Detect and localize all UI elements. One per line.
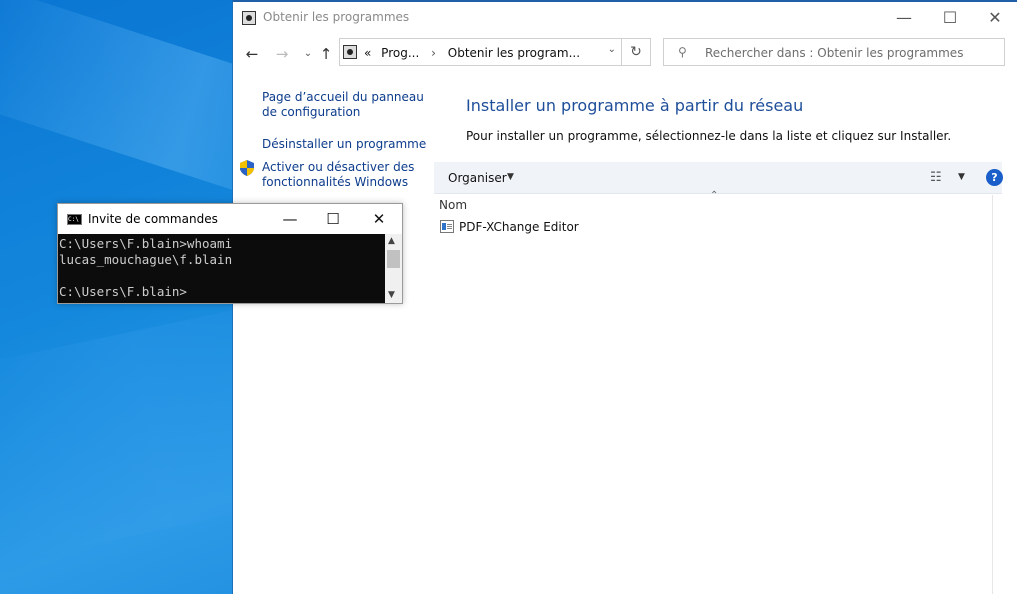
program-name[interactable]: PDF-XChange Editor (459, 220, 579, 234)
vertical-scrollbar[interactable]: ▲ ▼ (385, 234, 402, 303)
refresh-icon[interactable]: ↻ (621, 39, 650, 65)
view-options-icon[interactable]: ☷ (930, 170, 942, 185)
minimize-button[interactable]: — (268, 206, 312, 232)
uac-shield-icon (240, 160, 254, 176)
column-header-name[interactable]: Nom (439, 198, 467, 212)
navigation-bar: ← → ⌄ ↑ « Prog... › Obtenir les program.… (233, 38, 1017, 70)
console-line: C:\Users\F.blain>whoami (59, 236, 233, 251)
maximize-button[interactable]: ☐ (927, 4, 973, 32)
title-bar[interactable]: Obtenir les programmes — ☐ ✕ (233, 2, 1017, 32)
window-title: Obtenir les programmes (263, 10, 410, 24)
close-button[interactable]: ✕ (972, 4, 1017, 32)
breadcrumb-item[interactable]: Prog... (381, 46, 419, 60)
help-icon[interactable]: ? (986, 169, 1003, 186)
sidebar-link-windows-features[interactable]: Activer ou désactiver des fonctionnalité… (262, 160, 422, 190)
command-prompt-window[interactable]: C:\ Invite de commandes — ☐ ✕ C:\Users\F… (57, 203, 403, 304)
console-prompt[interactable]: C:\Users\F.blain> (59, 284, 187, 299)
column-divider (992, 195, 993, 594)
organise-button[interactable]: Organiser (448, 171, 507, 185)
console-output[interactable]: C:\Users\F.blain>whoami lucas_mouchague\… (58, 234, 385, 303)
close-button[interactable]: ✕ (357, 206, 401, 232)
forward-arrow-icon[interactable]: → (271, 43, 293, 65)
breadcrumb-item[interactable]: Obtenir les program... (448, 46, 580, 60)
back-arrow-icon[interactable]: ← (241, 43, 263, 65)
scroll-down-icon[interactable]: ▼ (388, 290, 395, 300)
terminal-icon: C:\ (67, 214, 82, 225)
page-description: Pour installer un programme, sélectionne… (466, 129, 952, 143)
console-line: lucas_mouchague\f.blain (59, 252, 233, 267)
control-panel-icon (242, 11, 256, 25)
breadcrumb-overflow[interactable]: « (364, 46, 371, 60)
sidebar-link-uninstall-program[interactable]: Désinstaller un programme (262, 137, 426, 152)
caret-down-icon[interactable]: ▼ (958, 172, 965, 182)
up-arrow-icon[interactable]: ↑ (315, 43, 337, 65)
scroll-up-icon[interactable]: ▲ (388, 236, 395, 246)
search-input[interactable]: Rechercher dans : Obtenir les programmes (705, 46, 963, 60)
maximize-button[interactable]: ☐ (311, 206, 355, 232)
address-bar[interactable]: « Prog... › Obtenir les program... ⌄ ↻ (339, 38, 651, 66)
sidebar-link-control-panel-home[interactable]: Page d’accueil du panneau de configurati… (262, 90, 432, 120)
sort-ascending-icon: ⌃ (710, 190, 719, 201)
breadcrumb[interactable]: « Prog... › Obtenir les program... (364, 46, 580, 60)
scrollbar-thumb[interactable] (387, 250, 400, 268)
minimize-button[interactable]: — (881, 4, 927, 32)
chevron-down-icon[interactable]: ⌄ (608, 44, 616, 55)
program-icon (440, 220, 454, 233)
window-title: Invite de commandes (88, 212, 218, 226)
control-panel-icon (343, 45, 357, 59)
search-icon: ⚲ (678, 45, 687, 59)
search-box[interactable]: ⚲ Rechercher dans : Obtenir les programm… (663, 38, 1005, 66)
caret-down-icon[interactable]: ▼ (507, 172, 514, 182)
chevron-right-icon: › (431, 46, 436, 60)
page-title: Installer un programme à partir du résea… (466, 96, 804, 115)
